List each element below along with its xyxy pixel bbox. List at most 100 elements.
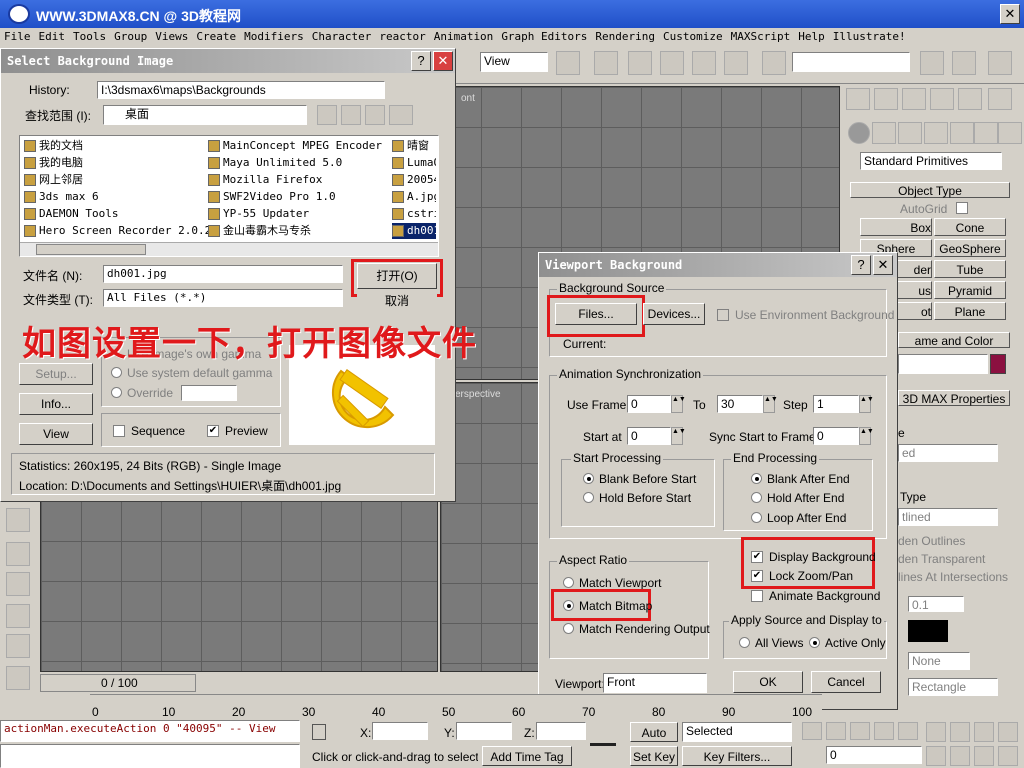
zoom-all-icon[interactable] (950, 722, 970, 742)
view-select[interactable]: View (480, 52, 548, 72)
ok-button[interactable]: OK (733, 671, 803, 693)
file-type-dropdown[interactable]: All Files (*.*) (103, 289, 343, 307)
maxscript-input[interactable] (0, 744, 300, 768)
step-spinner[interactable]: ▲▼ (859, 395, 874, 413)
named-selection-set[interactable] (792, 52, 910, 72)
menu-item-tools[interactable]: Tools (69, 28, 110, 46)
figure-icon[interactable] (6, 572, 30, 596)
object-type-plane-button[interactable]: Plane (934, 302, 1006, 320)
modify-tab-icon[interactable] (874, 88, 898, 110)
file-list-item[interactable]: Mozilla Firefox (208, 172, 322, 188)
history-dropdown[interactable]: I:\3dsmax6\maps\Backgrounds (97, 81, 385, 99)
object-type-pyramid-button[interactable]: Pyramid (934, 281, 1006, 299)
percent-snap-icon[interactable] (660, 51, 684, 75)
shapes-icon[interactable] (872, 122, 896, 144)
use-environment-checkbox[interactable] (717, 309, 729, 321)
menu-item-views[interactable]: Views (151, 28, 192, 46)
angle-snap-icon[interactable] (628, 51, 652, 75)
key-icon[interactable] (590, 732, 616, 746)
key-filters-button[interactable]: Key Filters... (682, 746, 792, 766)
menu-item-create[interactable]: Create (192, 28, 240, 46)
prop-number-field[interactable]: 0.1 (908, 596, 964, 612)
hierarchy-tab-icon[interactable] (902, 88, 926, 110)
play-icon[interactable] (850, 722, 870, 740)
help-icon[interactable]: ? (411, 51, 431, 71)
hold-after-radio[interactable] (751, 492, 762, 503)
ring-icon[interactable] (6, 542, 30, 566)
set-key-button[interactable]: Set Key (630, 746, 678, 766)
step-input[interactable]: 1 (813, 395, 859, 413)
back-icon[interactable] (317, 105, 337, 125)
object-color-swatch[interactable] (990, 354, 1006, 374)
match-viewport-radio[interactable] (563, 577, 574, 588)
file-list-item[interactable]: 3ds max 6 (24, 189, 99, 205)
z-coord-field[interactable] (536, 722, 586, 740)
menu-item-rendering[interactable]: Rendering (591, 28, 659, 46)
gamma-system-radio[interactable] (111, 367, 122, 378)
zoom-icon[interactable] (926, 722, 946, 742)
black-swatch[interactable] (908, 620, 948, 642)
select-move-icon[interactable] (594, 51, 618, 75)
blank-before-radio[interactable] (583, 473, 594, 484)
menu-item-maxscript[interactable]: MAXScript (727, 28, 795, 46)
snap-icon[interactable] (556, 51, 580, 75)
menu-item-character[interactable]: Character (308, 28, 376, 46)
spacewarps-icon[interactable] (974, 122, 998, 144)
align-icon[interactable] (952, 51, 976, 75)
object-type-cone-button[interactable]: Cone (934, 218, 1006, 236)
use-frame-spinner[interactable]: ▲▼ (671, 395, 686, 413)
look-in-dropdown[interactable]: 桌面 (103, 105, 307, 125)
prop-dropdown-3[interactable]: None (908, 652, 970, 670)
object-type-box-button[interactable]: Box (860, 218, 932, 236)
named-selection-icon[interactable] (762, 51, 786, 75)
prop-dropdown-1[interactable]: ed (898, 444, 998, 462)
file-list-item[interactable]: cstri (392, 206, 436, 222)
autogrid-checkbox[interactable] (956, 202, 968, 214)
file-list-item[interactable]: MainConcept MPEG Encoder (208, 138, 382, 154)
sync-start-spinner[interactable]: ▲▼ (859, 427, 874, 445)
sequence-checkbox[interactable] (113, 425, 125, 437)
menu-item-modifiers[interactable]: Modifiers (240, 28, 308, 46)
track-bar[interactable]: 0 10 20 30 40 50 60 70 80 90 100 (90, 694, 822, 719)
file-list-item[interactable]: 金山毒霸木马专杀 (208, 223, 311, 239)
time-slider[interactable]: 0 / 100 (40, 674, 196, 692)
file-list-item[interactable]: Maya Unlimited 5.0 (208, 155, 342, 171)
devices-button[interactable]: Devices... (643, 303, 705, 325)
motion-tab-icon[interactable] (930, 88, 954, 110)
helpers-icon[interactable] (950, 122, 974, 144)
menu-item-edit[interactable]: Edit (35, 28, 70, 46)
max-properties-header[interactable]: 3D MAX Properties (898, 390, 1010, 406)
next-frame-icon[interactable] (874, 722, 894, 740)
file-list[interactable]: 我的文档 我的电脑 网上邻居 3ds max 6 DAEMON Tools Hero Sc… (19, 135, 439, 257)
systems-icon[interactable] (998, 122, 1022, 144)
close-icon[interactable]: ✕ (873, 255, 893, 275)
animate-background-checkbox[interactable] (751, 590, 763, 602)
cameras-icon[interactable] (924, 122, 948, 144)
selected-dropdown[interactable]: Selected (682, 722, 792, 742)
preview-checkbox[interactable]: ✔ (207, 425, 219, 437)
hold-before-radio[interactable] (583, 492, 594, 503)
info-button[interactable]: Info... (19, 393, 93, 415)
to-spinner[interactable]: ▲▼ (763, 395, 778, 413)
match-bitmap-radio[interactable] (563, 600, 574, 611)
link-icon[interactable] (6, 634, 30, 658)
name-color-header[interactable]: ame and Color (898, 332, 1010, 348)
arc-rotate-icon[interactable] (974, 746, 994, 766)
layers-icon[interactable] (988, 51, 1012, 75)
to-input[interactable]: 30 (717, 395, 763, 413)
file-list-item[interactable]: 网上邻居 (24, 172, 83, 188)
gamma-override-field[interactable] (181, 385, 237, 401)
gamma-override-radio[interactable] (111, 387, 122, 398)
sync-start-input[interactable]: 0 (813, 427, 859, 445)
pipe-icon[interactable] (6, 666, 30, 690)
cancel-button[interactable]: 取消 (357, 291, 437, 313)
viewport-dropdown[interactable]: Front (603, 673, 707, 693)
setup-button[interactable]: Setup... (19, 363, 93, 385)
menu-item-reactor[interactable]: reactor (375, 28, 429, 46)
file-list-item[interactable]: DAEMON Tools (24, 206, 118, 222)
file-list-item[interactable]: 20054 (392, 172, 436, 188)
cancel-button[interactable]: Cancel (811, 671, 881, 693)
menu-item-illustrate[interactable]: Illustrate! (829, 28, 910, 46)
geometry-icon[interactable] (848, 122, 870, 144)
display-tab-icon[interactable] (958, 88, 982, 110)
